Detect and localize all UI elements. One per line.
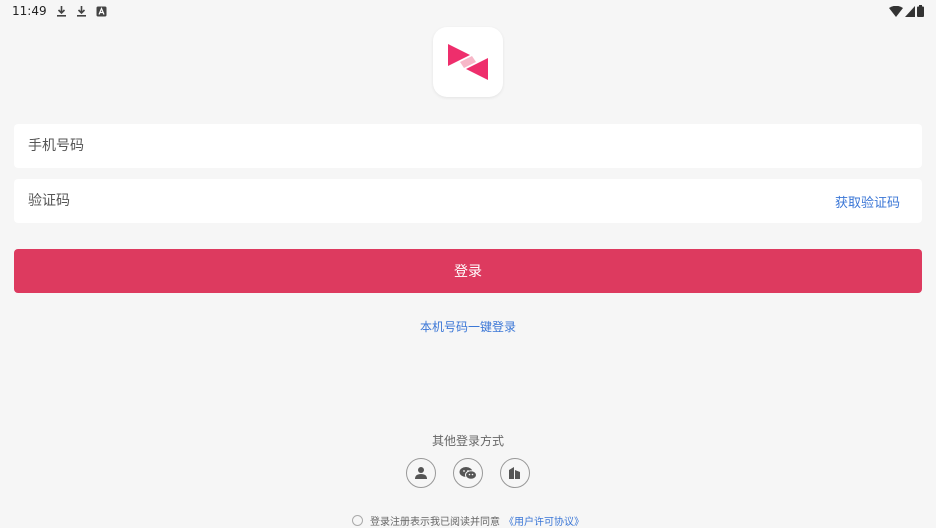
user-license-link[interactable]: 《用户许可协议》 bbox=[504, 513, 584, 528]
download-icon bbox=[76, 5, 86, 17]
battery-icon bbox=[917, 5, 924, 17]
weibo-icon bbox=[509, 467, 520, 479]
status-time: 11:49 bbox=[12, 4, 47, 18]
text-icon bbox=[96, 6, 107, 16]
login-button[interactable]: 登录 bbox=[14, 249, 922, 293]
phone-input[interactable] bbox=[28, 138, 628, 154]
app-logo-icon bbox=[448, 44, 488, 80]
wechat-icon bbox=[459, 467, 477, 480]
code-field-container: 获取验证码 bbox=[14, 179, 922, 223]
user-icon bbox=[415, 467, 427, 479]
code-input[interactable] bbox=[28, 193, 628, 209]
status-bar: 11:49 bbox=[0, 0, 936, 22]
app-logo bbox=[433, 27, 503, 97]
agreement-text: 登录注册表示我已阅读并同意 bbox=[370, 517, 500, 528]
onekey-login-link[interactable]: 本机号码一键登录 bbox=[0, 318, 936, 335]
signal-icon bbox=[905, 5, 915, 17]
other-login-methods bbox=[0, 458, 936, 488]
status-right bbox=[889, 5, 924, 17]
user-login-button[interactable] bbox=[406, 458, 436, 488]
other-login-title: 其他登录方式 bbox=[431, 434, 504, 448]
agreement: 登录注册表示我已阅读并同意 《用户许可协议》 bbox=[0, 513, 936, 528]
download-icon bbox=[56, 5, 66, 17]
status-left: 11:49 bbox=[12, 4, 107, 18]
wechat-login-button[interactable] bbox=[453, 458, 483, 488]
wifi-icon bbox=[889, 5, 903, 17]
agreement-checkbox[interactable] bbox=[352, 515, 363, 526]
phone-field-container bbox=[14, 124, 922, 168]
get-code-button[interactable]: 获取验证码 bbox=[835, 192, 900, 211]
weibo-login-button[interactable] bbox=[500, 458, 530, 488]
